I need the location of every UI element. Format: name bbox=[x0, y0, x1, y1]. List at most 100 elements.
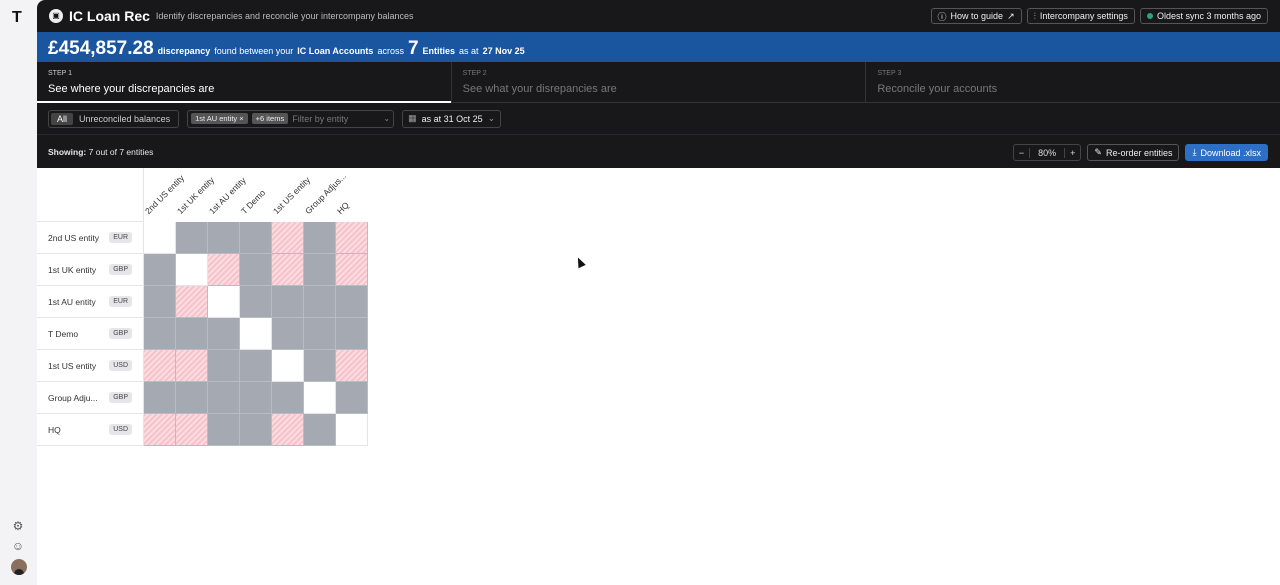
row-entity-name: HQ bbox=[48, 424, 61, 435]
matrix-cell-matched[interactable] bbox=[144, 286, 176, 318]
matrix-cell-matched[interactable] bbox=[176, 382, 208, 414]
matrix-cell-matched[interactable] bbox=[272, 382, 304, 414]
matrix-cell-matched[interactable] bbox=[304, 350, 336, 382]
column-header[interactable]: Group Adjus... bbox=[303, 168, 348, 222]
currency-badge: EUR bbox=[109, 296, 132, 307]
matrix-cell-discrepancy[interactable] bbox=[144, 350, 176, 382]
matrix-cell-discrepancy[interactable] bbox=[272, 254, 304, 286]
currency-badge: GBP bbox=[109, 392, 132, 403]
date-label: as at 31 Oct 25 bbox=[421, 113, 483, 124]
column-header[interactable]: 2nd US entity bbox=[143, 168, 186, 222]
matrix-cell-discrepancy[interactable] bbox=[176, 350, 208, 382]
matrix-cell-self bbox=[144, 222, 176, 254]
step-2-tab[interactable]: STEP 2 See what your disrepancies are bbox=[452, 62, 867, 102]
column-header[interactable]: 1st UK entity bbox=[175, 168, 216, 222]
matrix-cell-matched[interactable] bbox=[272, 318, 304, 350]
mouse-cursor-icon bbox=[574, 255, 586, 269]
matrix-cell-matched[interactable] bbox=[240, 350, 272, 382]
matrix-cell-matched[interactable] bbox=[304, 286, 336, 318]
matrix-cell-matched[interactable] bbox=[208, 222, 240, 254]
reorder-entities-button[interactable]: ✎ Re-order entities bbox=[1087, 144, 1180, 161]
entity-filter-placeholder: Filter by entity bbox=[292, 113, 349, 124]
sync-label: Oldest sync 3 months ago bbox=[1156, 11, 1261, 21]
matrix-cell-matched[interactable] bbox=[336, 318, 368, 350]
matrix-cell-matched[interactable] bbox=[240, 222, 272, 254]
showing-value: 7 out of 7 entities bbox=[88, 146, 154, 157]
banner-date: 27 Nov 25 bbox=[482, 46, 525, 56]
zoom-control: − 80% + bbox=[1012, 144, 1082, 161]
row-entity-name: 1st UK entity bbox=[48, 264, 97, 275]
matrix-cell-matched[interactable] bbox=[304, 414, 336, 446]
matrix-cell-matched[interactable] bbox=[240, 254, 272, 286]
row-header[interactable]: 1st AU entity EUR bbox=[37, 286, 144, 318]
matrix-cell-matched[interactable] bbox=[240, 286, 272, 318]
matrix-cell-discrepancy[interactable] bbox=[208, 254, 240, 286]
column-header[interactable]: 1st US entity bbox=[271, 168, 312, 222]
matrix-cell-discrepancy[interactable] bbox=[336, 222, 368, 254]
matrix-cell-matched[interactable] bbox=[144, 382, 176, 414]
app-logo[interactable]: T bbox=[12, 9, 22, 27]
currency-badge: USD bbox=[109, 360, 132, 371]
row-header[interactable]: 1st UK entity GBP bbox=[37, 254, 144, 286]
filter-unreconciled[interactable]: Unreconciled balances bbox=[73, 113, 176, 125]
row-header[interactable]: Group Adju... GBP bbox=[37, 382, 144, 414]
zoom-out-button[interactable]: − bbox=[1014, 148, 1029, 158]
matrix-cell-discrepancy[interactable] bbox=[176, 414, 208, 446]
matrix-cell-matched[interactable] bbox=[336, 286, 368, 318]
matrix-cell-matched[interactable] bbox=[208, 350, 240, 382]
matrix-cell-matched[interactable] bbox=[176, 318, 208, 350]
matrix-cell-matched[interactable] bbox=[304, 318, 336, 350]
download-xlsx-button[interactable]: ⤓ Download .xlsx bbox=[1185, 144, 1268, 161]
intercompany-settings-button[interactable]: ⫶ Intercompany settings bbox=[1026, 8, 1135, 24]
matrix-cell-discrepancy[interactable] bbox=[336, 254, 368, 286]
support-icon[interactable]: ☺ bbox=[11, 539, 25, 553]
matrix-cell-matched[interactable] bbox=[144, 318, 176, 350]
matrix-cell-self bbox=[336, 414, 368, 446]
row-header[interactable]: 2nd US entity EUR bbox=[37, 222, 144, 254]
filter-all[interactable]: All bbox=[51, 112, 74, 125]
sync-status-button[interactable]: Oldest sync 3 months ago bbox=[1139, 8, 1268, 24]
row-header[interactable]: HQ USD bbox=[37, 414, 144, 446]
matrix-cell-matched[interactable] bbox=[208, 318, 240, 350]
calendar-icon: ▦ bbox=[408, 113, 417, 123]
close-icon[interactable]: × bbox=[239, 114, 243, 123]
avatar[interactable] bbox=[11, 559, 27, 575]
row-header[interactable]: T Demo GBP bbox=[37, 318, 144, 350]
row-entity-name: 1st AU entity bbox=[48, 296, 96, 307]
column-header[interactable]: 1st AU entity bbox=[207, 168, 248, 222]
zoom-in-button[interactable]: + bbox=[1065, 148, 1080, 158]
matrix-cell-discrepancy[interactable] bbox=[272, 414, 304, 446]
matrix-cell-self bbox=[208, 286, 240, 318]
entity-filter-select[interactable]: 1st AU entity × +6 items Filter by entit… bbox=[187, 109, 395, 128]
matrix-cell-discrepancy[interactable] bbox=[272, 222, 304, 254]
entity-chip[interactable]: 1st AU entity × bbox=[191, 113, 248, 124]
step-3-tab[interactable]: STEP 3 Reconcile your accounts bbox=[866, 62, 1280, 102]
matrix-cell-discrepancy[interactable] bbox=[144, 414, 176, 446]
matrix-cell-discrepancy[interactable] bbox=[336, 350, 368, 382]
step-1-tab[interactable]: STEP 1 See where your discrepancies are bbox=[37, 62, 452, 103]
step-title: See where your discrepancies are bbox=[48, 83, 215, 95]
settings-icon[interactable]: ⚙ bbox=[11, 519, 25, 533]
matrix-cell-matched[interactable] bbox=[208, 382, 240, 414]
toolbar: Showing: 7 out of 7 entities − 80% + ✎ Re… bbox=[37, 135, 1280, 168]
matrix-cell-matched[interactable] bbox=[304, 254, 336, 286]
matrix-cell-matched[interactable] bbox=[272, 286, 304, 318]
matrix-cell-matched[interactable] bbox=[240, 382, 272, 414]
page-title: IC Loan Rec bbox=[69, 8, 150, 24]
matrix-cell-matched[interactable] bbox=[304, 222, 336, 254]
how-to-guide-button[interactable]: ⓘ How to guide ↗ bbox=[930, 8, 1022, 24]
matrix-cell-matched[interactable] bbox=[336, 382, 368, 414]
matrix-cell-matched[interactable] bbox=[208, 414, 240, 446]
matrix-cell-matched[interactable] bbox=[144, 254, 176, 286]
row-header[interactable]: 1st US entity USD bbox=[37, 350, 144, 382]
column-header[interactable]: T Demo bbox=[239, 168, 272, 222]
chevron-down-icon: ⌄ bbox=[487, 113, 496, 123]
matrix-cell-matched[interactable] bbox=[240, 414, 272, 446]
matrix-cell-matched[interactable] bbox=[176, 222, 208, 254]
column-header[interactable]: HQ bbox=[335, 168, 368, 222]
chip-label: 1st AU entity bbox=[195, 114, 238, 123]
date-picker[interactable]: ▦ as at 31 Oct 25 ⌄ bbox=[402, 109, 502, 128]
matrix-cell-discrepancy[interactable] bbox=[176, 286, 208, 318]
entity-count: 7 bbox=[407, 38, 419, 59]
more-items-chip: +6 items bbox=[251, 113, 289, 124]
